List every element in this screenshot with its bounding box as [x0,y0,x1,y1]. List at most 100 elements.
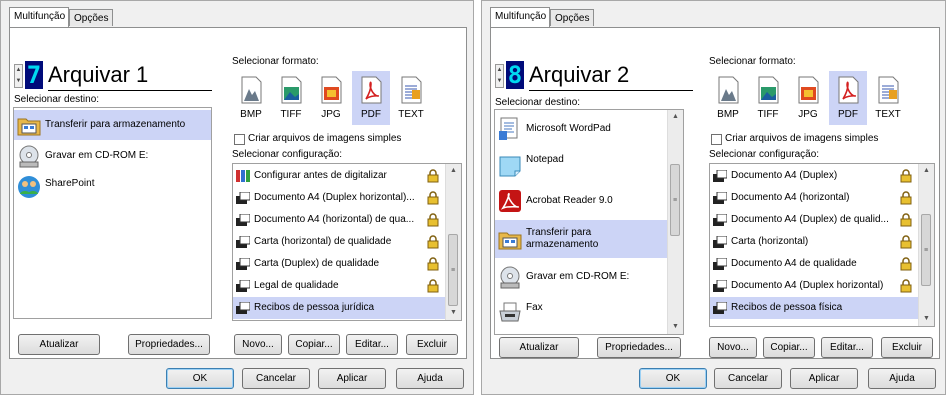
destination-item-wordpad[interactable]: Microsoft WordPad [495,112,667,146]
format-bmp[interactable]: BMP [709,71,747,125]
scroll-down-icon[interactable]: ▼ [919,312,934,326]
profile-name-field[interactable]: Arquivar 1 [48,60,212,91]
scroll-up-icon[interactable]: ▲ [446,164,461,178]
format-bmp[interactable]: BMP [232,71,270,125]
lock-icon [900,279,912,293]
format-text[interactable]: TEXT [869,71,907,125]
edit-button[interactable]: Editar... [821,337,873,358]
ok-button[interactable]: OK [166,368,234,389]
format-tiff[interactable]: TIFF [272,71,310,125]
destination-item-storage[interactable]: Transferir para armazenamento [495,220,667,258]
select-destination-label: Selecionar destino: [14,94,100,105]
destination-item-sharepoint[interactable]: SharePoint [14,172,211,202]
help-button[interactable]: Ajuda [868,368,936,389]
simple-images-checkbox[interactable] [234,134,245,145]
profile-spinner[interactable]: ▲ ▼ [495,64,504,88]
delete-button[interactable]: Excluir [406,334,458,355]
format-jpg[interactable]: JPG [789,71,827,125]
help-button[interactable]: Ajuda [396,368,464,389]
config-item[interactable]: Documento A4 (Duplex horizontal) [710,275,918,297]
format-jpg[interactable]: JPG [312,71,350,125]
config-item[interactable]: Documento A4 (Duplex horizontal)... [233,187,445,209]
format-pdf[interactable]: PDF [829,71,867,125]
destination-item-cd-rom[interactable]: Gravar em CD-ROM E: [495,260,667,294]
config-label: Carta (horizontal) de qualidade [254,236,392,247]
configuration-list[interactable]: Configurar antes de digitalizar Document… [232,163,462,321]
config-scrollbar[interactable]: ▲ ≡ ▼ [445,164,461,320]
edit-button[interactable]: Editar... [346,334,398,355]
tab-multifuncao[interactable]: Multifunção [490,7,550,27]
properties-button[interactable]: Propriedades... [597,337,681,358]
config-item[interactable]: Documento A4 (Duplex) de qualid... [710,209,918,231]
scroll-up-icon[interactable]: ▲ [668,110,683,124]
config-item[interactable]: Carta (horizontal) de qualidade [233,231,445,253]
destination-item-acrobat[interactable]: Acrobat Reader 9.0 [495,184,667,218]
apply-button[interactable]: Aplicar [790,368,858,389]
scroll-down-icon[interactable]: ▼ [446,306,461,320]
copy-button[interactable]: Copiar... [288,334,340,355]
delete-button[interactable]: Excluir [881,337,933,358]
tab-multifuncao[interactable]: Multifunção [9,7,69,27]
format-pdf[interactable]: PDF [352,71,390,125]
config-item[interactable]: Legal de qualidade [233,275,445,297]
profile-number: 8 [506,61,524,89]
tab-opcoes[interactable]: Opções [69,9,113,26]
simple-images-checkbox[interactable] [711,134,722,145]
destination-list[interactable]: Transferir para armazenamento Gravar em … [13,107,212,319]
format-text[interactable]: TEXT [392,71,430,125]
destination-item-fax[interactable]: Fax [495,296,667,330]
config-scrollbar[interactable]: ▲ ≡ ▼ [918,164,934,326]
scroll-thumb[interactable]: ≡ [670,164,680,236]
spinner-up-icon[interactable]: ▲ [15,65,22,76]
dialog-panel-2: Multifunção Opções ▲ ▼ 8 Arquivar 2 Sele… [481,0,946,395]
format-label: TEXT [398,109,424,120]
profile-name-field[interactable]: Arquivar 2 [529,60,693,91]
configuration-list[interactable]: Documento A4 (Duplex) Documento A4 (hori… [709,163,935,327]
refresh-button[interactable]: Atualizar [18,334,100,355]
pdf-icon [361,76,382,104]
destination-label: Notepad [526,154,564,165]
config-item[interactable]: Carta (horizontal) [710,231,918,253]
scroll-up-icon[interactable]: ▲ [919,164,934,178]
config-item-selected[interactable]: Recibos de pessoa jurídica [233,297,445,319]
ok-button[interactable]: OK [639,368,707,389]
config-item[interactable]: Documento A4 (Duplex) [710,165,918,187]
tab-opcoes[interactable]: Opções [550,9,594,26]
profile-spinner[interactable]: ▲ ▼ [14,64,23,88]
destination-label: Microsoft WordPad [526,123,611,134]
config-item[interactable]: Carta (Duplex) de qualidade [233,253,445,275]
simple-images-label: Criar arquivos de imagens simples [248,133,402,144]
format-label: BMP [717,109,739,120]
config-item-selected[interactable]: Recibos de pessoa física [710,297,918,319]
text-icon [401,76,422,104]
refresh-button[interactable]: Atualizar [499,337,579,358]
select-config-label: Selecionar configuração: [709,149,820,160]
config-item[interactable]: Documento A4 (horizontal) [710,187,918,209]
text-icon [878,76,899,104]
config-item[interactable]: Documento A4 de qualidade [710,253,918,275]
destination-item-storage[interactable]: Transferir para armazenamento [14,110,211,140]
config-item[interactable]: Documento A4 (horizontal) de qua... [233,209,445,231]
apply-button[interactable]: Aplicar [318,368,386,389]
new-button[interactable]: Novo... [234,334,282,355]
destination-item-cd-rom[interactable]: Gravar em CD-ROM E: [14,141,211,171]
format-tiff[interactable]: TIFF [749,71,787,125]
scanner-icon [236,236,250,248]
copy-button[interactable]: Copiar... [763,337,815,358]
properties-button[interactable]: Propriedades... [128,334,210,355]
new-button[interactable]: Novo... [709,337,757,358]
scroll-thumb[interactable]: ≡ [921,214,931,286]
destination-scrollbar[interactable]: ▲ ≡ ▼ [667,110,683,334]
spinner-up-icon[interactable]: ▲ [496,65,503,76]
scanner-icon [713,302,727,314]
config-item[interactable]: Configurar antes de digitalizar [233,165,445,187]
cancel-button[interactable]: Cancelar [242,368,310,389]
lock-icon [427,213,439,227]
destination-item-notepad[interactable]: Notepad [495,148,667,182]
spinner-down-icon[interactable]: ▼ [15,76,22,87]
cancel-button[interactable]: Cancelar [714,368,782,389]
spinner-down-icon[interactable]: ▼ [496,76,503,87]
scroll-down-icon[interactable]: ▼ [668,320,683,334]
destination-list[interactable]: Microsoft WordPad Notepad Acrobat Reader… [494,109,684,335]
scroll-thumb[interactable]: ≡ [448,234,458,306]
